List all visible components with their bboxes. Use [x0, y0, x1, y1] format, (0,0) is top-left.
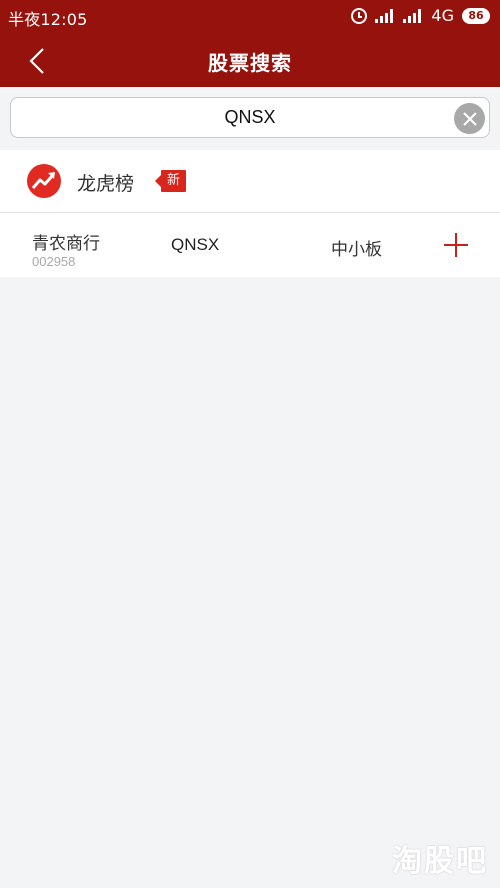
- close-icon: [462, 111, 477, 126]
- stock-name: 青农商行: [32, 234, 100, 254]
- dragon-tiger-list-entry[interactable]: 龙虎榜: [0, 150, 500, 212]
- alarm-icon: [351, 8, 368, 24]
- nav-bar: 股票搜索: [0, 32, 500, 87]
- page-title: 股票搜索: [208, 51, 292, 75]
- add-to-watchlist-button[interactable]: [441, 230, 471, 260]
- stock-abbr: QNSX: [171, 235, 220, 254]
- stock-code: 002958: [32, 254, 76, 269]
- battery-indicator: 86: [462, 8, 490, 24]
- search-box: [10, 97, 490, 138]
- app-header: 半夜12:05 4G 86 股票搜索: [0, 0, 500, 87]
- status-time: 半夜12:05: [8, 10, 88, 29]
- search-input[interactable]: [11, 98, 489, 137]
- status-bar: 半夜12:05 4G 86: [0, 0, 500, 32]
- status-icons: 4G 86: [351, 6, 490, 26]
- promo-label: 龙虎榜: [77, 173, 135, 195]
- table-row[interactable]: 青农商行 002958 QNSX 中小板: [0, 213, 500, 277]
- clear-search-button[interactable]: [454, 103, 485, 134]
- signal-icon: [375, 9, 395, 23]
- watermark: 淘股吧: [392, 844, 488, 879]
- new-badge: 新: [155, 170, 186, 192]
- stock-board: 中小板: [331, 240, 382, 260]
- trend-chart-icon: [27, 164, 61, 198]
- signal-icon-2: [403, 9, 423, 23]
- network-type: 4G: [431, 6, 454, 25]
